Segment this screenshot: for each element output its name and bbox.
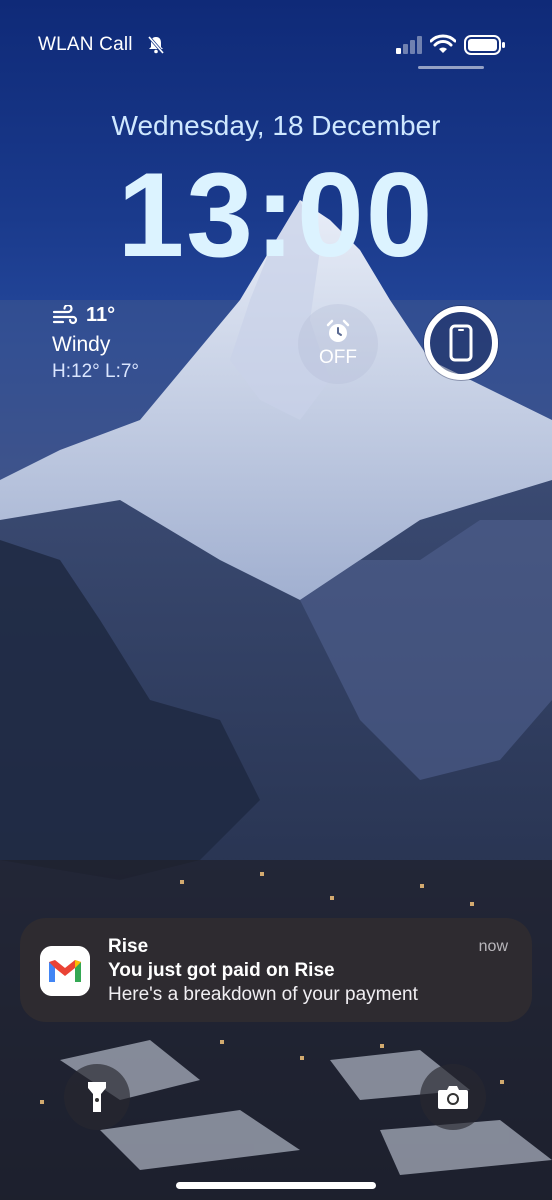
home-indicator[interactable] xyxy=(176,1182,376,1189)
weather-condition: Windy xyxy=(52,333,111,356)
flashlight-icon xyxy=(88,1082,106,1112)
alarm-clock-icon xyxy=(326,319,350,342)
weather-temperature: 11° xyxy=(86,304,116,326)
weather-high-low: H:12° L:7° xyxy=(52,361,140,382)
carrier-label: WLAN Call xyxy=(38,34,133,55)
notification-body: Here's a breakdown of your payment xyxy=(108,984,418,1005)
silent-bell-icon xyxy=(147,36,165,54)
notification-time: now xyxy=(478,938,508,955)
alarm-widget[interactable]: OFF xyxy=(298,304,378,384)
camera-icon xyxy=(438,1086,468,1109)
flashlight-button[interactable] xyxy=(64,1064,130,1130)
lock-screen-date: Wednesday, 18 December xyxy=(111,110,441,141)
cellular-signal-icon xyxy=(396,36,422,54)
battery-widget[interactable] xyxy=(420,302,502,384)
status-bar: WLAN Call xyxy=(0,0,552,80)
notification-card[interactable]: Rise now You just got paid on Rise Here'… xyxy=(20,918,532,1022)
camera-button[interactable] xyxy=(420,1064,486,1130)
notification-app-name: Rise xyxy=(108,936,149,957)
lock-screen-time: 13:00 xyxy=(117,148,435,282)
control-center-indicator[interactable] xyxy=(418,66,484,69)
wifi-icon xyxy=(430,34,456,53)
wind-icon xyxy=(52,304,78,324)
weather-widget[interactable]: 11° Windy H:12° L:7° xyxy=(52,304,139,383)
alarm-status-label: OFF xyxy=(319,347,357,368)
battery-icon xyxy=(464,35,505,55)
gmail-icon xyxy=(40,946,90,996)
notification-title: You just got paid on Rise xyxy=(108,960,335,981)
